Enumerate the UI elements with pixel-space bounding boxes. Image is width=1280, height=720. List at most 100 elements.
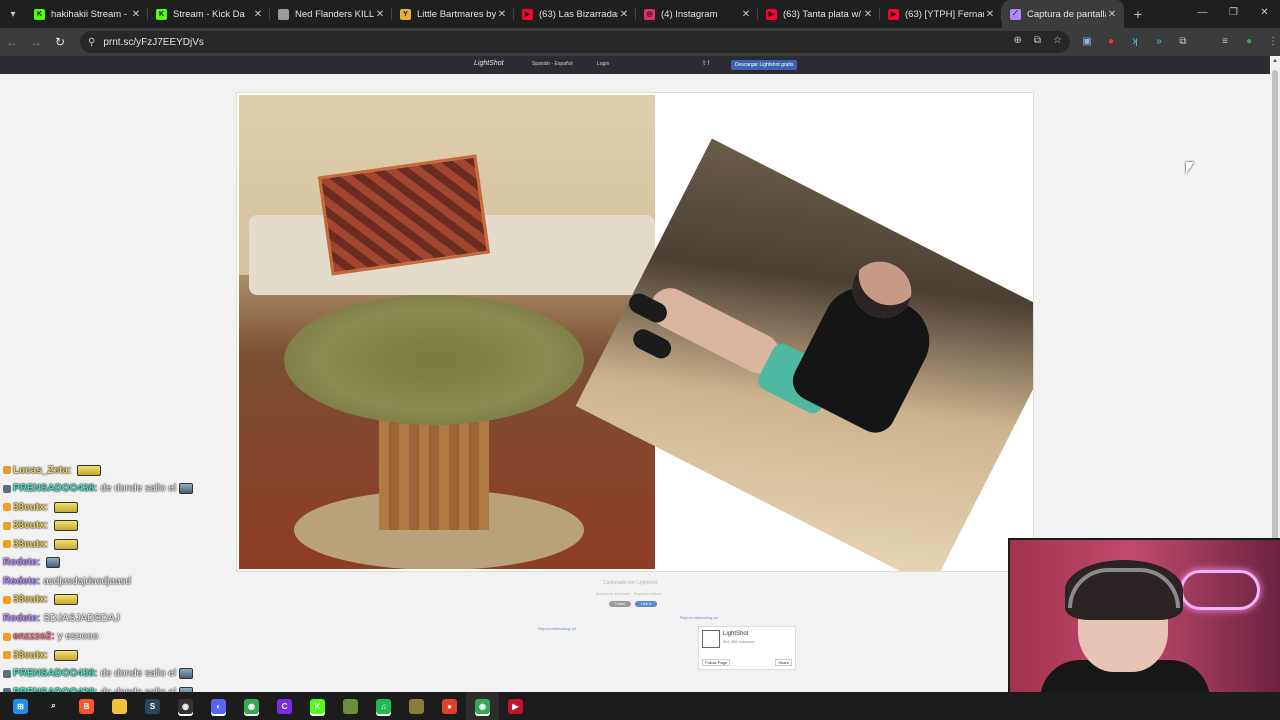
close-window-icon[interactable]: ✕	[1249, 0, 1280, 28]
login-link[interactable]: Login	[597, 61, 609, 67]
forward-icon[interactable]: →	[24, 35, 48, 49]
download-button[interactable]: Descargar Lightshot gratis	[731, 60, 798, 70]
chat-text: asdjasdajdasdjaasd	[43, 575, 132, 587]
extension-icon[interactable]: »	[1152, 34, 1166, 48]
chat-username: 33cutx:	[13, 520, 49, 532]
report-ad-link[interactable]: Report misleading ad	[680, 615, 718, 620]
media-control-icon[interactable]: ≡	[1218, 34, 1232, 48]
report-links[interactable]: Encontrar similares · Reportar Abuso	[596, 591, 662, 596]
extensions-area: ▣ ● ʞ » ⧉ ≡ ● ⋮	[1080, 34, 1280, 48]
report-ad-link[interactable]: Report misleading ad	[538, 626, 576, 631]
scroll-up-arrow-icon[interactable]: ▲	[1270, 58, 1280, 64]
screenshot-image[interactable]	[236, 92, 1034, 572]
taskbar-steam-icon[interactable]: S	[136, 692, 169, 720]
taskbar-kick-icon[interactable]: K	[301, 692, 334, 720]
address-bar[interactable]: ⚲ prnt.sc/yFzJ7EEYDjVs ⊕ ⧉ ☆	[80, 31, 1070, 53]
tab-close-icon[interactable]: ✕	[984, 9, 996, 20]
browser-tab[interactable]: K Stream - Kick Da ✕	[148, 0, 270, 28]
browser-tab[interactable]: Y Little Bartmares by D✕	[392, 0, 514, 28]
menu-kebab-icon[interactable]: ⋮	[1266, 34, 1280, 48]
tab-favicon-icon: Y	[400, 8, 411, 20]
taskbar-record-icon[interactable]: ●	[433, 692, 466, 720]
fb-follow-button[interactable]: Follow Page	[702, 659, 731, 666]
taskbar-start-icon[interactable]: ⊞	[4, 692, 37, 720]
taskbar-brave-icon[interactable]: B	[70, 692, 103, 720]
profile-avatar-icon[interactable]: ●	[1242, 34, 1256, 48]
tab-close-icon[interactable]: ✕	[496, 9, 508, 20]
browser-tab[interactable]: ▶ (63) [YTPH] Fernanfl ✕	[880, 0, 1002, 28]
chat-username: PRENSADOO438:	[13, 668, 98, 680]
chat-emote-icon	[54, 501, 79, 513]
chat-badge-icon	[3, 595, 11, 604]
taskbar-canva-icon[interactable]: C	[268, 692, 301, 720]
extension-icon[interactable]: ʞ	[1128, 34, 1142, 48]
chat-emote-icon	[179, 483, 194, 495]
install-icon[interactable]: ⧉	[1034, 35, 1041, 46]
chat-message: PRENSADOO438:de donde salio el	[3, 480, 223, 499]
browser-tab[interactable]: ▶ (63) Las Bizarradas E✕	[514, 0, 636, 28]
tweet-button[interactable]: Tweet	[609, 601, 631, 607]
extension-icon[interactable]: ●	[1104, 34, 1118, 48]
webcam-overlay	[1008, 538, 1280, 692]
reload-icon[interactable]: ↻	[48, 35, 72, 49]
browser-tab[interactable]: Ned Flanders KILLS TI✕	[270, 0, 392, 28]
brave-icon: B	[79, 698, 94, 714]
tab-favicon-icon: ◎	[644, 8, 655, 20]
tab-favicon-icon: K	[156, 8, 167, 20]
minimize-icon[interactable]: —	[1187, 0, 1218, 28]
browser-tab[interactable]: Khakihakii Stream - W ✕	[26, 0, 148, 28]
chat-badge-icon	[3, 651, 11, 660]
tab-close-icon[interactable]: ✕	[252, 9, 264, 20]
chat-message: PRENSADOO438:de donde salio el	[3, 665, 223, 684]
taskbar-obs-icon[interactable]: ◉	[169, 692, 202, 720]
chat-username: PRENSADOO438:	[13, 483, 98, 495]
taskbar-spotify-icon[interactable]: ♫	[367, 692, 400, 720]
browser-tab[interactable]: ⟋ Captura de pantalla ✕	[1002, 0, 1124, 28]
chat-text: y esoooo	[57, 631, 99, 643]
language-select[interactable]: Spanish - Español	[532, 61, 573, 67]
chat-badge-icon	[3, 669, 11, 678]
chat-username: Lucas_Zeta:	[13, 464, 72, 476]
tab-close-icon[interactable]: ✕	[374, 9, 386, 20]
tab-close-icon[interactable]: ✕	[618, 9, 630, 20]
like-button[interactable]: Like 0	[635, 601, 657, 607]
zoom-icon[interactable]: ⊕	[1014, 35, 1022, 46]
facebook-page-widget[interactable]: LightShot 501,488 followers Follow Page …	[698, 626, 796, 670]
tab-search-icon[interactable]: ▾	[0, 0, 26, 28]
taskbar-chrome-icon[interactable]: ◉	[235, 692, 268, 720]
restore-icon[interactable]: ❐	[1218, 0, 1249, 28]
lightshot-logo[interactable]: LightShot	[474, 60, 504, 67]
taskbar-discord-icon[interactable]: ◐	[202, 692, 235, 720]
new-tab-button[interactable]: +	[1124, 6, 1152, 22]
fb-share-button[interactable]: Share	[775, 659, 792, 666]
chat-message: 33cutx:	[3, 591, 223, 610]
chat-emote-icon	[54, 538, 79, 550]
taskbar-video-icon[interactable]: ▶	[499, 692, 532, 720]
extension-icon[interactable]: ▣	[1080, 34, 1094, 48]
photo-spool-table	[239, 95, 655, 569]
fb-page-name[interactable]: LightShot	[723, 631, 748, 637]
tab-close-icon[interactable]: ✕	[740, 9, 752, 20]
chat-message: 33cutx:	[3, 498, 223, 517]
bookmark-star-icon[interactable]: ☆	[1053, 35, 1062, 46]
taskbar-chrome-active-icon[interactable]: ◉	[466, 692, 499, 720]
taskbar-explorer-icon[interactable]	[103, 692, 136, 720]
chat-message: 33cutx:	[3, 646, 223, 665]
chat-message: enzzzo2: y esoooo	[3, 628, 223, 647]
extensions-puzzle-icon[interactable]: ⧉	[1176, 34, 1190, 48]
taskbar-minecraft-icon[interactable]	[334, 692, 367, 720]
taskbar-search-icon[interactable]: ⌕	[37, 692, 70, 720]
browser-tab[interactable]: ◎ (4) Instagram ✕	[636, 0, 758, 28]
spotify-icon: ♫	[376, 698, 391, 714]
chat-text: de donde salio el	[100, 483, 177, 495]
tab-close-icon[interactable]: ✕	[862, 9, 874, 20]
tab-close-icon[interactable]: ✕	[130, 9, 142, 20]
taskbar-game-icon[interactable]	[400, 692, 433, 720]
tab-title: (63) Las Bizarradas E	[539, 8, 618, 20]
social-icons[interactable]: 𝕥 f	[703, 60, 709, 67]
chrome-active-icon: ◉	[475, 698, 490, 714]
site-info-icon[interactable]: ⚲	[88, 37, 95, 48]
tab-close-icon[interactable]: ✕	[1106, 9, 1118, 20]
back-icon[interactable]: ←	[0, 35, 24, 49]
browser-tab[interactable]: ▶ (63) Tanta plata w/ 2 ✕	[758, 0, 880, 28]
